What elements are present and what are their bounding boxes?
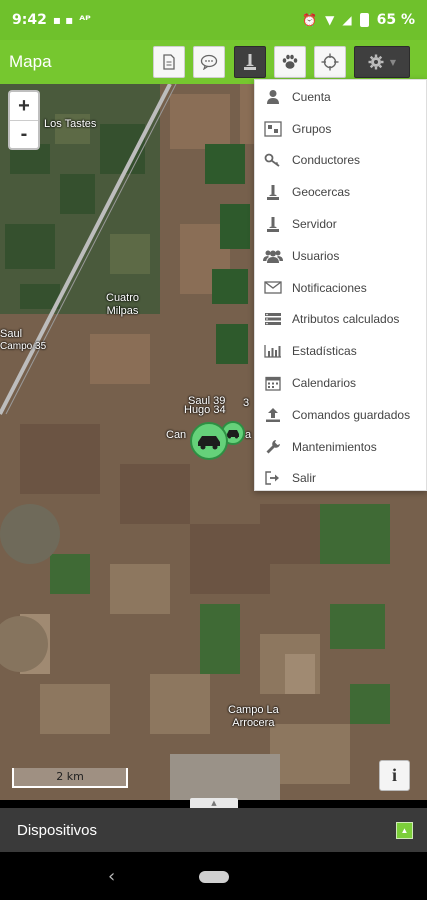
chart-icon	[263, 342, 283, 360]
menu-item-label: Conductores	[292, 153, 361, 168]
map-scale: 2 km	[12, 768, 128, 788]
vehicle-label-can: Can	[166, 429, 187, 441]
chevron-down-icon: ▼	[389, 57, 397, 67]
geofence-icon	[244, 54, 256, 70]
app-screen: 9:42 ▪ ▪ ᴬᴾ ⏰ ▼ ◢ 65 % Mapa ▼ + - Los Ta…	[0, 0, 427, 900]
vehicle-label-can-suffix: a	[245, 429, 252, 441]
command-icon	[200, 54, 218, 70]
menu-item-label: Atributos calculados	[292, 312, 400, 327]
status-time: 9:42	[12, 12, 47, 28]
locate-icon	[321, 53, 339, 71]
devices-panel-header[interactable]: Dispositivos ▲	[0, 808, 427, 852]
settings-menu: Cuenta Grupos Conductores Geocercas Servidor…	[254, 79, 427, 491]
settings-icon	[368, 54, 384, 70]
command-button[interactable]	[193, 46, 225, 78]
upload-icon	[263, 406, 283, 424]
menu-item-label: Geocercas	[292, 185, 351, 200]
status-bar: 9:42 ▪ ▪ ᴬᴾ ⏰ ▼ ◢ 65 %	[0, 0, 427, 40]
server-icon	[263, 215, 283, 233]
home-nav-pill[interactable]	[199, 871, 229, 883]
android-nav-bar: ‹	[0, 852, 427, 900]
map-label-campo-la-arrocera: Campo La Arrocera	[228, 704, 279, 729]
key-icon	[263, 151, 283, 169]
menu-item-grupos[interactable]: Grupos	[255, 113, 426, 145]
vehicle-marker[interactable]	[190, 422, 228, 460]
menu-item-comandos-guardados[interactable]: Comandos guardados	[255, 399, 426, 431]
map-label-los-tastes: Los Tastes	[44, 118, 97, 130]
menu-item-label: Grupos	[292, 121, 332, 136]
vehicle-label-hugo: Hugo 34	[184, 404, 226, 416]
menu-item-salir[interactable]: Salir	[255, 463, 426, 495]
users-icon	[263, 247, 283, 265]
attributes-icon	[263, 310, 283, 328]
report-button[interactable]	[153, 46, 185, 78]
wrench-icon	[263, 438, 283, 456]
map-info-button[interactable]: i	[379, 760, 410, 791]
report-icon	[163, 54, 175, 70]
battery-percent: 65 %	[376, 12, 415, 28]
menu-item-calendarios[interactable]: Calendarios	[255, 367, 426, 399]
zoom-out-button[interactable]: -	[10, 120, 38, 148]
caret-up-icon: ▲	[400, 826, 409, 835]
settings-button[interactable]: ▼	[354, 46, 410, 78]
menu-item-label: Mantenimientos	[292, 439, 377, 454]
expand-panel-button[interactable]: ▲	[396, 822, 413, 839]
calendar-icon	[263, 374, 283, 392]
groups-icon	[263, 120, 283, 138]
zoom-control: + -	[8, 90, 40, 150]
app-toolbar: Mapa ▼	[0, 40, 427, 84]
locate-button[interactable]	[314, 46, 346, 78]
menu-item-label: Cuenta	[292, 89, 331, 104]
envelope-icon	[263, 279, 283, 297]
map-label-campo35: Campo 35	[0, 341, 47, 352]
geofence-icon	[263, 183, 283, 201]
logout-icon	[263, 469, 283, 487]
menu-item-estadísticas[interactable]: Estadísticas	[255, 335, 426, 367]
caret-up-icon: ▲	[211, 799, 217, 807]
menu-item-notificaciones[interactable]: Notificaciones	[255, 272, 426, 304]
follow-button[interactable]	[274, 46, 306, 78]
menu-item-usuarios[interactable]: Usuarios	[255, 240, 426, 272]
menu-item-atributos-calculados[interactable]: Atributos calculados	[255, 304, 426, 336]
menu-item-label: Calendarios	[292, 376, 357, 391]
menu-item-label: Notificaciones	[292, 280, 367, 295]
back-nav-icon[interactable]: ‹	[108, 866, 115, 887]
page-title: Mapa	[9, 52, 52, 71]
menu-item-label: Salir	[292, 471, 317, 486]
follow-icon	[282, 54, 298, 69]
menu-item-label: Comandos guardados	[292, 407, 411, 422]
menu-item-label: Estadísticas	[292, 344, 357, 359]
menu-item-cuenta[interactable]: Cuenta	[255, 81, 426, 113]
signal-icon: ◢	[342, 13, 352, 27]
menu-item-geocercas[interactable]: Geocercas	[255, 176, 426, 208]
car-icon	[198, 436, 220, 450]
menu-item-label: Usuarios	[292, 248, 340, 263]
battery-icon	[359, 13, 369, 27]
devices-panel-title: Dispositivos	[17, 821, 98, 839]
menu-item-conductores[interactable]: Conductores	[255, 145, 426, 177]
user-icon	[263, 88, 283, 106]
map-label-cuatro-milpas: Cuatro Milpas	[106, 292, 140, 317]
notification-dots-icon: ▪ ▪	[52, 13, 74, 27]
zoom-in-button[interactable]: +	[10, 92, 38, 120]
alarm-icon: ⏰	[302, 13, 318, 27]
vehicle-label-suffix: 3	[243, 397, 250, 409]
ap-logo-icon: ᴬᴾ	[79, 13, 91, 27]
menu-item-label: Servidor	[292, 217, 337, 232]
geofence-button[interactable]	[234, 46, 266, 78]
wifi-icon: ▼	[325, 13, 335, 27]
menu-item-servidor[interactable]: Servidor	[255, 208, 426, 240]
menu-item-mantenimientos[interactable]: Mantenimientos	[255, 431, 426, 463]
panel-resize-handle[interactable]: ▲	[190, 798, 238, 808]
